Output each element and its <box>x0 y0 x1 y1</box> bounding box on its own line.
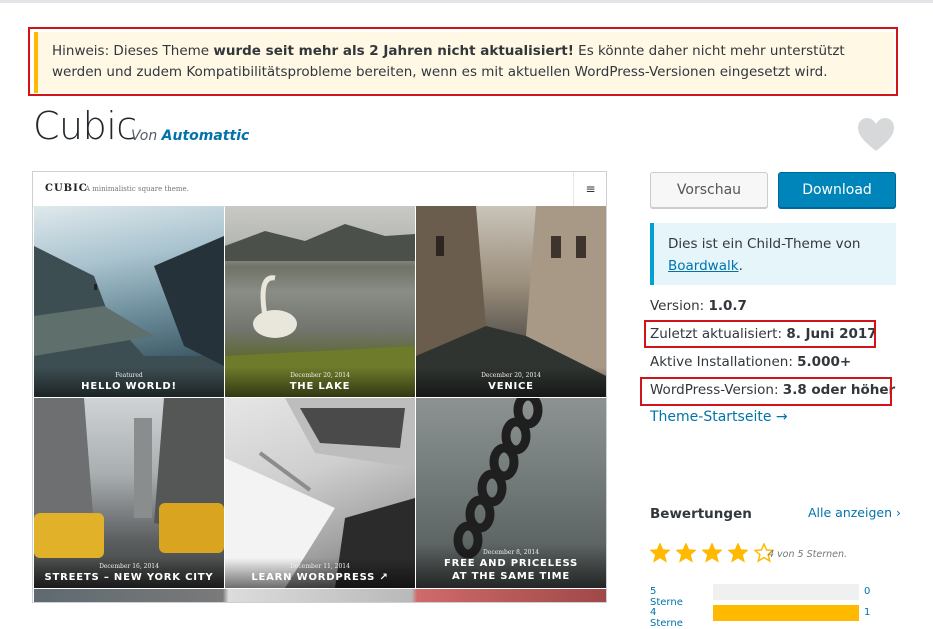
tile-title: FREE AND PRICELESS AT THE SAME TIME <box>443 558 579 582</box>
tile-free-and-priceless: December 8, 2014 FREE AND PRICELESS AT T… <box>416 398 606 588</box>
child-theme-text: Dies ist ein Child-Theme von <box>668 236 861 252</box>
tile-caption: December 11, 2014 LEARN WORDPRESS ↗ <box>225 558 415 588</box>
tile-title: STREETS – NEW YORK CITY <box>44 572 214 583</box>
rating-row-count: 0 <box>864 586 871 597</box>
star-filled-icon <box>702 543 722 563</box>
theme-author: Von Automattic <box>131 128 249 144</box>
rating-row-bar <box>713 605 859 621</box>
screenshot-logo: CUBIC <box>45 183 88 194</box>
star-filled-icon <box>728 543 748 563</box>
meta-version: Version: 1.0.7 <box>650 298 747 314</box>
notice-highlight-box <box>28 27 898 96</box>
wp-version-highlight-box <box>640 377 892 406</box>
see-all-ratings-link[interactable]: Alle anzeigen › <box>808 505 901 520</box>
version-label: Version: <box>650 298 709 314</box>
rating-row-label[interactable]: 5 Sterne <box>650 586 683 608</box>
theme-screenshot[interactable]: CUBIC A minimalistic square theme. ≡ Fea… <box>32 171 607 603</box>
tile-caption: December 8, 2014 FREE AND PRICELESS AT T… <box>416 544 606 588</box>
tile-date: December 11, 2014 <box>290 563 350 570</box>
tile-date: December 8, 2014 <box>482 549 540 556</box>
rating-row-label[interactable]: 4 Sterne <box>650 607 683 629</box>
menu-icon: ≡ <box>573 172 606 206</box>
tile-the-lake: December 20, 2014 THE LAKE <box>225 206 415 397</box>
tile-hello-world: Featured HELLO WORLD! <box>34 206 224 397</box>
rating-row-bar <box>713 584 859 600</box>
tile-date: December 16, 2014 <box>99 563 159 570</box>
screenshot-grid: Featured HELLO WORLD! December 20, 2014 … <box>34 206 606 602</box>
tile-date: December 20, 2014 <box>290 372 350 379</box>
parent-theme-link[interactable]: Boardwalk <box>668 258 739 274</box>
tile-caption: December 20, 2014 VENICE <box>416 367 606 397</box>
child-theme-end: . <box>738 258 743 274</box>
author-link[interactable]: Automattic <box>162 128 250 144</box>
rating-row-fill <box>713 605 859 621</box>
download-button[interactable]: Download <box>778 172 896 208</box>
rating-row-count: 1 <box>864 607 871 618</box>
tile-title: HELLO WORLD! <box>81 381 177 392</box>
tile-caption: December 16, 2014 STREETS – NEW YORK CIT… <box>34 558 224 588</box>
tile-venice: December 20, 2014 VENICE <box>416 206 606 397</box>
screenshot-header: CUBIC A minimalistic square theme. ≡ <box>33 172 606 207</box>
tile-learn-wordpress: December 11, 2014 LEARN WORDPRESS ↗ <box>225 398 415 588</box>
tile-streets-nyc: December 16, 2014 STREETS – NEW YORK CIT… <box>34 398 224 588</box>
preview-button[interactable]: Vorschau <box>650 172 768 208</box>
tile-date: Featured <box>115 372 143 379</box>
heart-icon[interactable] <box>857 117 895 153</box>
version-value: 1.0.7 <box>708 298 747 314</box>
theme-title: Cubic <box>33 104 137 148</box>
star-filled-icon <box>676 543 696 563</box>
tile-caption: Featured HELLO WORLD! <box>34 367 224 397</box>
screenshot-tagline: A minimalistic square theme. <box>85 185 189 193</box>
tile-title: THE LAKE <box>289 381 351 392</box>
meta-active-installs: Aktive Installationen: 5.000+ <box>650 354 851 370</box>
star-filled-icon <box>650 543 670 563</box>
child-theme-notice: Dies ist ein Child-Theme von Boardwalk. <box>650 223 896 285</box>
rating-summary: 4 von 5 Sternen. <box>768 549 848 560</box>
top-border <box>0 0 933 3</box>
tile-date: December 20, 2014 <box>481 372 541 379</box>
author-prefix: Von <box>131 128 158 144</box>
updated-highlight-box <box>644 320 876 348</box>
tile-title: VENICE <box>488 381 534 392</box>
tile-title: LEARN WORDPRESS ↗ <box>251 572 389 583</box>
theme-homepage-link[interactable]: Theme-Startseite → <box>650 409 788 425</box>
tile-row-partial <box>34 589 606 602</box>
ratings-title: Bewertungen <box>650 506 752 522</box>
installs-label: Aktive Installationen: <box>650 354 798 370</box>
tile-caption: December 20, 2014 THE LAKE <box>225 367 415 397</box>
installs-value: 5.000+ <box>797 354 852 370</box>
